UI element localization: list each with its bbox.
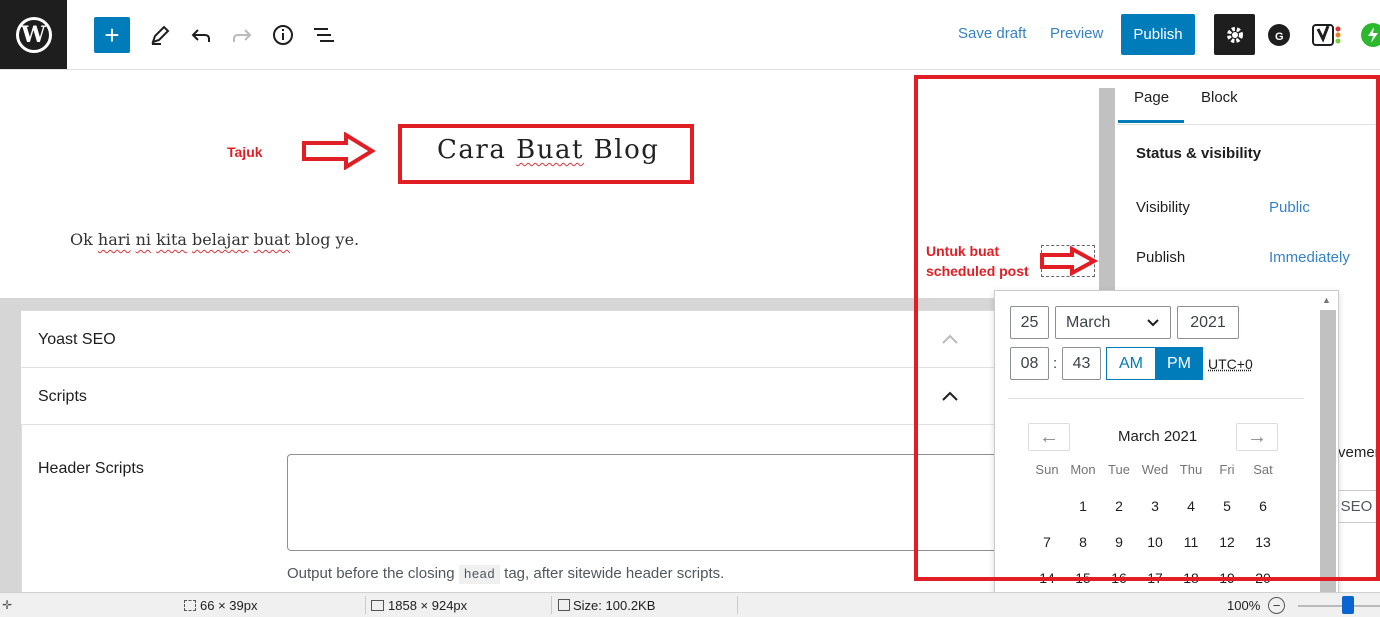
- save-draft-button[interactable]: Save draft: [958, 25, 1026, 42]
- scripts-title: Scripts: [38, 388, 87, 405]
- file-size-text: Size: 100.2KB: [573, 598, 656, 613]
- image-dimensions: 1858 × 924px: [371, 598, 467, 613]
- disk-icon: [558, 599, 570, 611]
- paragraph-word: ye.: [335, 230, 360, 249]
- yoast-icon[interactable]: [1310, 20, 1344, 50]
- file-size: Size: 100.2KB: [558, 598, 655, 613]
- list-view-icon[interactable]: [310, 21, 338, 49]
- preview-button[interactable]: Preview: [1050, 25, 1103, 42]
- header-scripts-label: Header Scripts: [38, 460, 144, 477]
- move-icon: ✛: [2, 598, 13, 612]
- divider: [551, 596, 552, 614]
- scripts-panel-header[interactable]: [21, 368, 1011, 425]
- header-scripts-textarea[interactable]: [287, 454, 1002, 551]
- pencil-icon[interactable]: [146, 21, 174, 49]
- info-icon[interactable]: [269, 21, 297, 49]
- image-icon: [371, 600, 384, 611]
- paragraph-word: kita: [156, 230, 187, 249]
- selection-icon: [184, 600, 196, 611]
- grammarly-icon[interactable]: G: [1266, 22, 1292, 48]
- help-text: Output before the closing: [287, 565, 455, 582]
- sidebar-highlight-box: [914, 75, 1380, 581]
- publish-button[interactable]: Publish: [1121, 14, 1195, 55]
- selection-size: 66 × 39px: [184, 598, 257, 613]
- zoom-slider-track[interactable]: [1298, 605, 1380, 607]
- add-block-button[interactable]: +: [94, 17, 130, 53]
- title-word: Cara: [437, 135, 507, 165]
- post-title[interactable]: Cara Buat Blog: [437, 135, 659, 165]
- zoom-slider-thumb[interactable]: [1342, 596, 1354, 614]
- undo-icon[interactable]: [187, 21, 215, 49]
- redo-icon[interactable]: [228, 21, 256, 49]
- help-code: head: [458, 565, 500, 584]
- paragraph-word: belajar: [192, 230, 249, 249]
- paragraph-word: Ok: [70, 230, 93, 249]
- divider: [365, 596, 366, 614]
- paragraph-word: buat: [253, 230, 291, 249]
- selection-size-text: 66 × 39px: [200, 598, 258, 613]
- paragraph-word: hari: [97, 230, 131, 249]
- performance-icon[interactable]: [1360, 22, 1380, 48]
- help-text: tag, after sitewide header scripts.: [504, 565, 725, 582]
- zoom-out-button[interactable]: −: [1268, 597, 1285, 614]
- annotation-tajuk: Tajuk: [227, 144, 263, 160]
- header-scripts-help: Output before the closing head tag, afte…: [287, 565, 725, 584]
- image-dimensions-text: 1858 × 924px: [388, 598, 468, 613]
- wordpress-logo[interactable]: W: [0, 0, 67, 69]
- title-word: Blog: [593, 135, 660, 165]
- gear-icon: [1226, 26, 1243, 43]
- paragraph-word: ni: [135, 230, 152, 249]
- zoom-level: 100%: [1227, 598, 1261, 613]
- svg-text:G: G: [1275, 31, 1284, 43]
- yoast-seo-title: Yoast SEO: [38, 331, 116, 348]
- divider: [737, 596, 738, 614]
- settings-button[interactable]: [1214, 14, 1255, 55]
- title-word: Buat: [516, 135, 584, 165]
- yoast-seo-panel-header[interactable]: [21, 311, 1011, 368]
- wordpress-icon: W: [15, 16, 52, 53]
- paragraph-word: blog: [295, 230, 331, 249]
- paragraph-block[interactable]: Ok hari ni kita belajar buat blog ye.: [70, 230, 359, 249]
- arrow-right-icon: [302, 132, 376, 170]
